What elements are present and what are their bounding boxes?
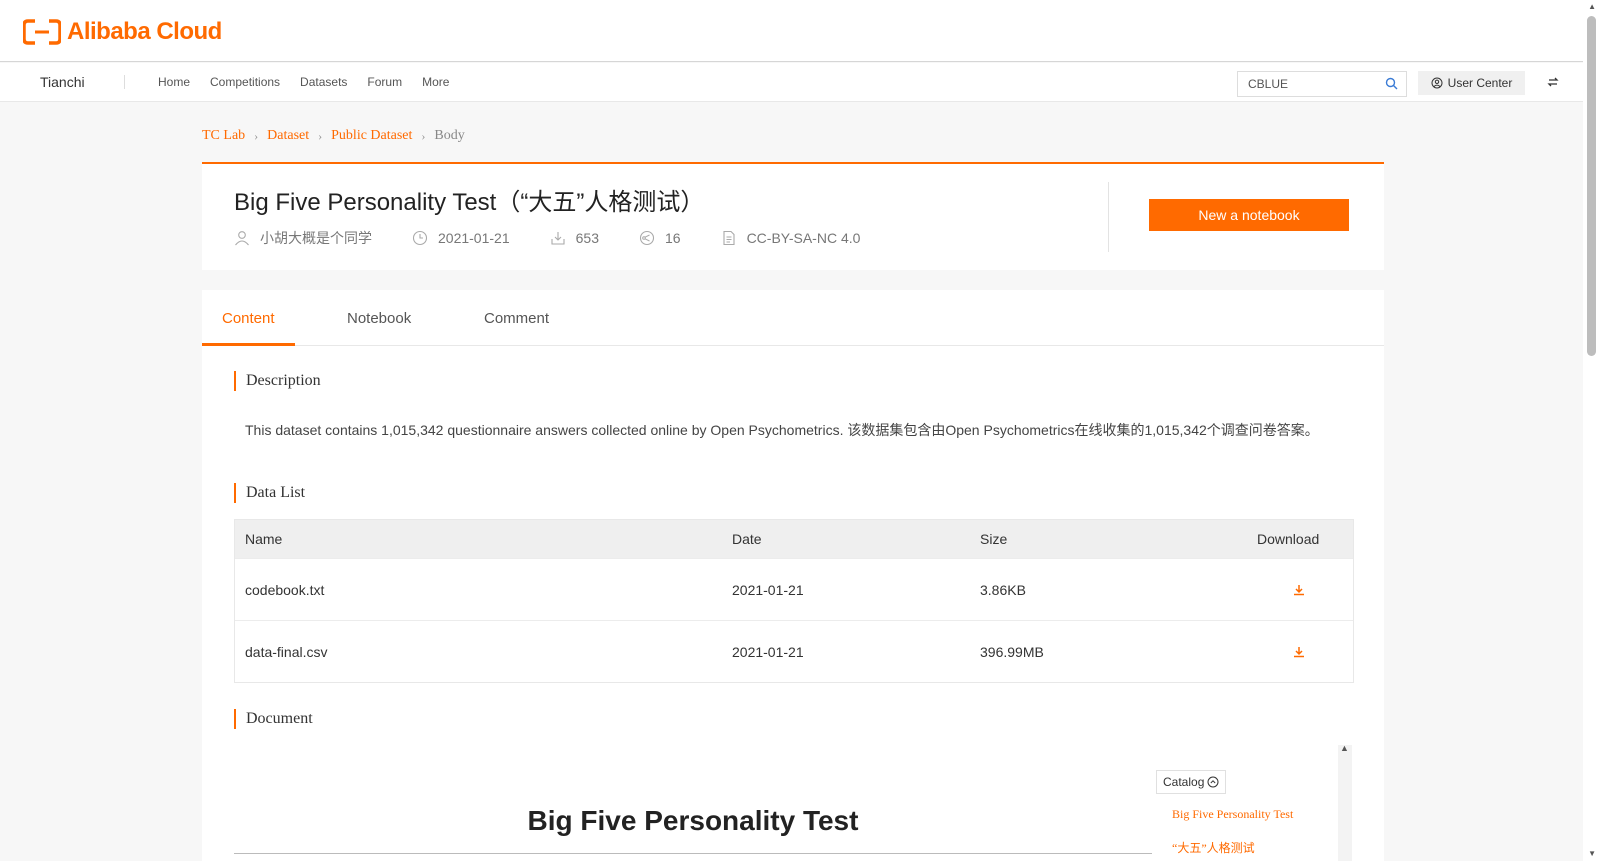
switch-icon[interactable] <box>1547 76 1559 88</box>
tab-content[interactable]: Content <box>222 310 275 327</box>
catalog-scrollbar[interactable]: ▲ <box>1338 743 1352 861</box>
heading-rule <box>234 853 1152 854</box>
top-bar: Alibaba Cloud <box>0 0 1583 62</box>
breadcrumb: TC Lab › Dataset › Public Dataset › Body <box>202 128 465 144</box>
breadcrumb-public-dataset[interactable]: Public Dataset <box>331 128 412 144</box>
card-divider <box>1108 182 1109 252</box>
search-input[interactable] <box>1238 72 1368 96</box>
chevron-right-icon: › <box>421 128 426 143</box>
breadcrumb-tc-lab[interactable]: TC Lab <box>202 128 245 144</box>
main-content: Content Notebook Comment Description Thi… <box>202 290 1384 861</box>
catalog-item[interactable]: “大五”人格测试 <box>1172 839 1255 856</box>
col-date: Date <box>732 531 762 547</box>
document-icon <box>723 230 735 246</box>
nav-competitions[interactable]: Competitions <box>210 75 280 89</box>
user-icon <box>235 231 249 246</box>
user-center-label: User Center <box>1447 76 1513 90</box>
breadcrumb-dataset[interactable]: Dataset <box>267 128 309 144</box>
publish-date: 2021-01-21 <box>438 230 510 246</box>
download-icon[interactable] <box>1292 645 1306 659</box>
breadcrumb-current: Body <box>434 128 465 143</box>
tab-notebook[interactable]: Notebook <box>347 310 411 327</box>
collapse-icon <box>1207 776 1219 788</box>
section-description: Description <box>234 371 321 391</box>
col-download: Download <box>1257 531 1320 547</box>
file-date: 2021-01-21 <box>732 643 804 660</box>
clock-icon <box>412 230 428 246</box>
nav-home[interactable]: Home <box>158 75 190 89</box>
section-marker <box>234 371 236 391</box>
search-icon[interactable] <box>1385 77 1398 90</box>
col-size: Size <box>980 531 1008 547</box>
scroll-up-icon[interactable]: ▲ <box>1588 2 1596 11</box>
nav-divider <box>124 75 125 89</box>
description-text: This dataset contains 1,015,342 question… <box>245 422 1319 438</box>
user-center-button[interactable]: User Center <box>1418 71 1525 95</box>
col-name: Name <box>245 531 283 547</box>
document-viewer: Big Five Personality Test Catalog Big Fi… <box>234 743 1354 861</box>
data-list-table: Name Date Size Download codebook.txt 202… <box>234 519 1354 683</box>
nav-more[interactable]: More <box>422 75 449 89</box>
file-size: 396.99MB <box>980 643 1044 660</box>
section-marker <box>234 709 236 729</box>
author-name[interactable]: 小胡大概是个同学 <box>260 228 372 248</box>
tab-comment[interactable]: Comment <box>484 310 549 327</box>
scroll-up-icon[interactable]: ▲ <box>1340 743 1349 753</box>
active-tab-indicator <box>202 343 295 346</box>
nav-forum[interactable]: Forum <box>367 75 402 89</box>
logo-text: Alibaba Cloud <box>67 18 222 45</box>
catalog-toggle-button[interactable]: Catalog <box>1156 770 1227 794</box>
product-name[interactable]: Tianchi <box>40 74 85 90</box>
file-size: 3.86KB <box>980 581 1026 598</box>
section-title: Document <box>246 710 313 727</box>
new-notebook-button[interactable]: New a notebook <box>1149 199 1349 231</box>
chevron-right-icon: › <box>254 128 259 143</box>
download-count-icon <box>551 232 565 245</box>
meta-author: 小胡大概是个同学 <box>234 228 372 248</box>
scrollbar-thumb[interactable] <box>1587 16 1596 356</box>
section-data-list: Data List <box>234 483 305 503</box>
table-row: data-final.csv 2021-01-21 396.99MB <box>235 620 1353 682</box>
file-name: data-final.csv <box>245 643 328 660</box>
section-marker <box>234 483 236 503</box>
file-date: 2021-01-21 <box>732 581 804 598</box>
meta-downloads: 653 <box>550 228 599 248</box>
nav-bar: Tianchi Home Competitions Datasets Forum… <box>0 63 1583 102</box>
dataset-title: Big Five Personality Test（“大五”人格测试） <box>234 189 705 216</box>
meta-date: 2021-01-21 <box>412 228 510 248</box>
catalog-label: Catalog <box>1163 775 1205 789</box>
file-name: codebook.txt <box>245 581 325 598</box>
table-header: Name Date Size Download <box>235 520 1353 558</box>
table-row: codebook.txt 2021-01-21 3.86KB <box>235 558 1353 620</box>
nav-links: Home Competitions Datasets Forum More <box>158 75 449 89</box>
license-text: CC-BY-SA-NC 4.0 <box>746 230 861 246</box>
user-icon <box>1431 77 1443 89</box>
scroll-down-icon[interactable]: ▼ <box>1588 849 1596 858</box>
download-count: 653 <box>575 230 599 246</box>
share-count: 16 <box>664 230 681 246</box>
catalog-item[interactable]: Big Five Personality Test <box>1172 807 1293 822</box>
alibaba-logo-icon <box>23 19 61 45</box>
dataset-header-card: Big Five Personality Test（“大五”人格测试） 小胡大概… <box>202 162 1384 270</box>
meta-shares: 16 <box>639 228 681 248</box>
chevron-right-icon: › <box>318 128 323 143</box>
share-icon <box>639 230 655 246</box>
download-icon[interactable] <box>1292 583 1306 597</box>
section-title: Description <box>246 372 321 389</box>
document-heading: Big Five Personality Test <box>527 805 859 836</box>
meta-license: CC-BY-SA-NC 4.0 <box>721 228 861 248</box>
search-box <box>1237 71 1407 97</box>
section-title: Data List <box>246 484 306 501</box>
nav-datasets[interactable]: Datasets <box>300 75 347 89</box>
content-tabs: Content Notebook Comment <box>202 290 1384 346</box>
section-document: Document <box>234 709 313 729</box>
catalog-pane: Catalog Big Five Personality Test “大五”人格… <box>1152 743 1352 861</box>
alibaba-cloud-logo[interactable]: Alibaba Cloud <box>23 18 222 46</box>
page-scrollbar[interactable]: ▲ ▼ <box>1583 0 1600 861</box>
dataset-meta: 小胡大概是个同学 2021-01-21 653 16 CC-BY-SA-NC 4… <box>234 228 860 248</box>
